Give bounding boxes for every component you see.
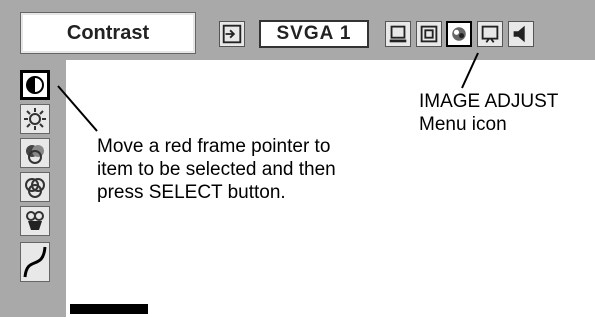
pc-adjust-icon[interactable]	[385, 21, 411, 47]
image-adjust-annotation-line: Menu icon	[419, 114, 507, 135]
pointer-annotation-line: press SELECT button.	[97, 182, 286, 203]
white-balance-icon[interactable]	[20, 206, 50, 236]
menu-bar: Contrast SVGA 1	[0, 0, 595, 60]
image-adjust-annotation: IMAGE ADJUST Menu icon	[419, 90, 558, 136]
brightness-icon[interactable]	[20, 104, 50, 134]
pointer-annotation: Move a red frame pointer to item to be s…	[97, 135, 336, 204]
image-select-icon[interactable]	[416, 21, 442, 47]
input-icon[interactable]	[219, 21, 245, 47]
image-adjust-sidebar	[0, 60, 66, 317]
gamma-icon[interactable]	[20, 242, 50, 282]
pointer-annotation-line: Move a red frame pointer to	[97, 136, 331, 157]
pointer-annotation-line: item to be selected and then	[97, 159, 336, 180]
screen-icon[interactable]	[477, 21, 503, 47]
adjust-level-bar	[70, 304, 148, 314]
image-adjust-annotation-line: IMAGE ADJUST	[419, 91, 559, 112]
contrast-icon[interactable]	[20, 70, 50, 100]
image-adjust-icon[interactable]	[446, 21, 472, 47]
input-source-label: SVGA 1	[259, 20, 369, 48]
menu-title: Contrast	[20, 12, 196, 54]
tint-icon[interactable]	[20, 172, 50, 202]
color-icon[interactable]	[20, 138, 50, 168]
sound-icon[interactable]	[508, 21, 534, 47]
